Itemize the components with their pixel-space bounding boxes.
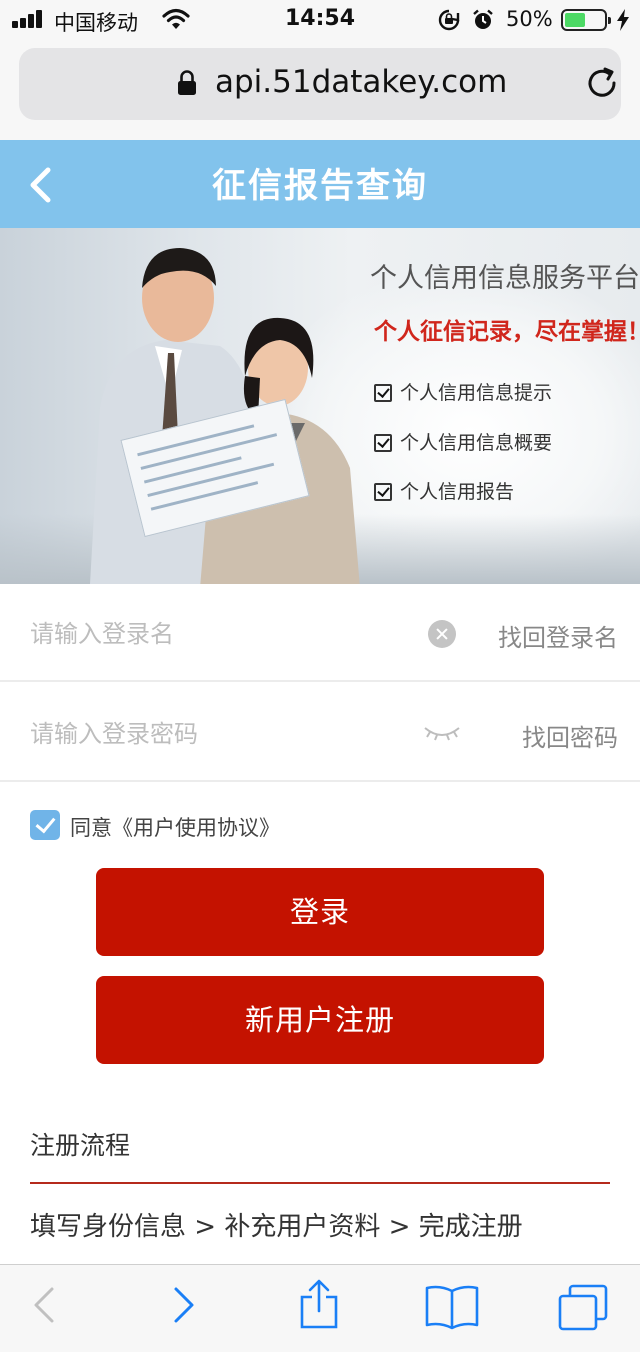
username-row: 找回登录名 — [0, 584, 640, 682]
promo-banner: 个人信用信息服务平台 个人征信记录，尽在掌握！ 个人信用信息提示 个人信用信息概… — [0, 228, 640, 584]
browser-toolbar — [0, 1264, 640, 1352]
banner-item: 个人信用报告 — [374, 477, 514, 504]
forward-arrow-icon[interactable] — [170, 1283, 198, 1327]
checkbox-checked-icon[interactable] — [30, 810, 60, 840]
tabs-icon[interactable] — [556, 1283, 610, 1333]
banner-title: 个人信用信息服务平台 — [370, 263, 640, 294]
username-input[interactable] — [30, 614, 390, 654]
registration-steps: 填写身份信息 > 补充用户资料 > 完成注册 — [30, 1212, 523, 1242]
checkbox-icon — [374, 434, 392, 452]
battery-percent: 50% — [506, 7, 553, 31]
password-input[interactable] — [30, 714, 390, 754]
checkbox-icon — [374, 384, 392, 402]
back-arrow-icon[interactable] — [30, 1283, 58, 1327]
charging-icon — [617, 9, 629, 31]
register-button[interactable]: 新用户注册 — [96, 976, 544, 1064]
agreement-label[interactable]: 同意《用户使用协议》 — [70, 812, 280, 842]
divider — [30, 1182, 610, 1184]
banner-item: 个人信用信息概要 — [374, 428, 552, 455]
find-username-link[interactable]: 找回登录名 — [498, 618, 618, 653]
page-header: 征信报告查询 — [0, 140, 640, 228]
lock-icon — [178, 70, 196, 95]
orientation-lock-icon — [438, 9, 460, 31]
login-button[interactable]: 登录 — [96, 868, 544, 956]
checkbox-icon — [374, 483, 392, 501]
share-icon[interactable] — [298, 1279, 340, 1331]
battery-icon — [561, 9, 611, 31]
bookmarks-icon[interactable] — [424, 1283, 480, 1331]
eye-closed-icon[interactable] — [422, 720, 462, 746]
url-text: api.51datakey.com — [215, 64, 508, 100]
password-row: 找回密码 — [0, 684, 640, 782]
address-bar[interactable]: api.51datakey.com — [19, 48, 621, 120]
alarm-icon — [473, 9, 493, 29]
find-password-link[interactable]: 找回密码 — [522, 718, 618, 753]
reload-icon[interactable] — [585, 66, 619, 100]
banner-item: 个人信用信息提示 — [374, 378, 552, 405]
clear-icon[interactable] — [428, 620, 456, 648]
page-title: 征信报告查询 — [212, 166, 428, 206]
registration-title: 注册流程 — [30, 1131, 131, 1160]
status-bar: 中国移动 14:54 50% — [0, 0, 640, 40]
browser-chrome: 中国移动 14:54 50% api.51datakey.com — [0, 0, 640, 140]
banner-slogan: 个人征信记录，尽在掌握！ — [374, 319, 640, 345]
